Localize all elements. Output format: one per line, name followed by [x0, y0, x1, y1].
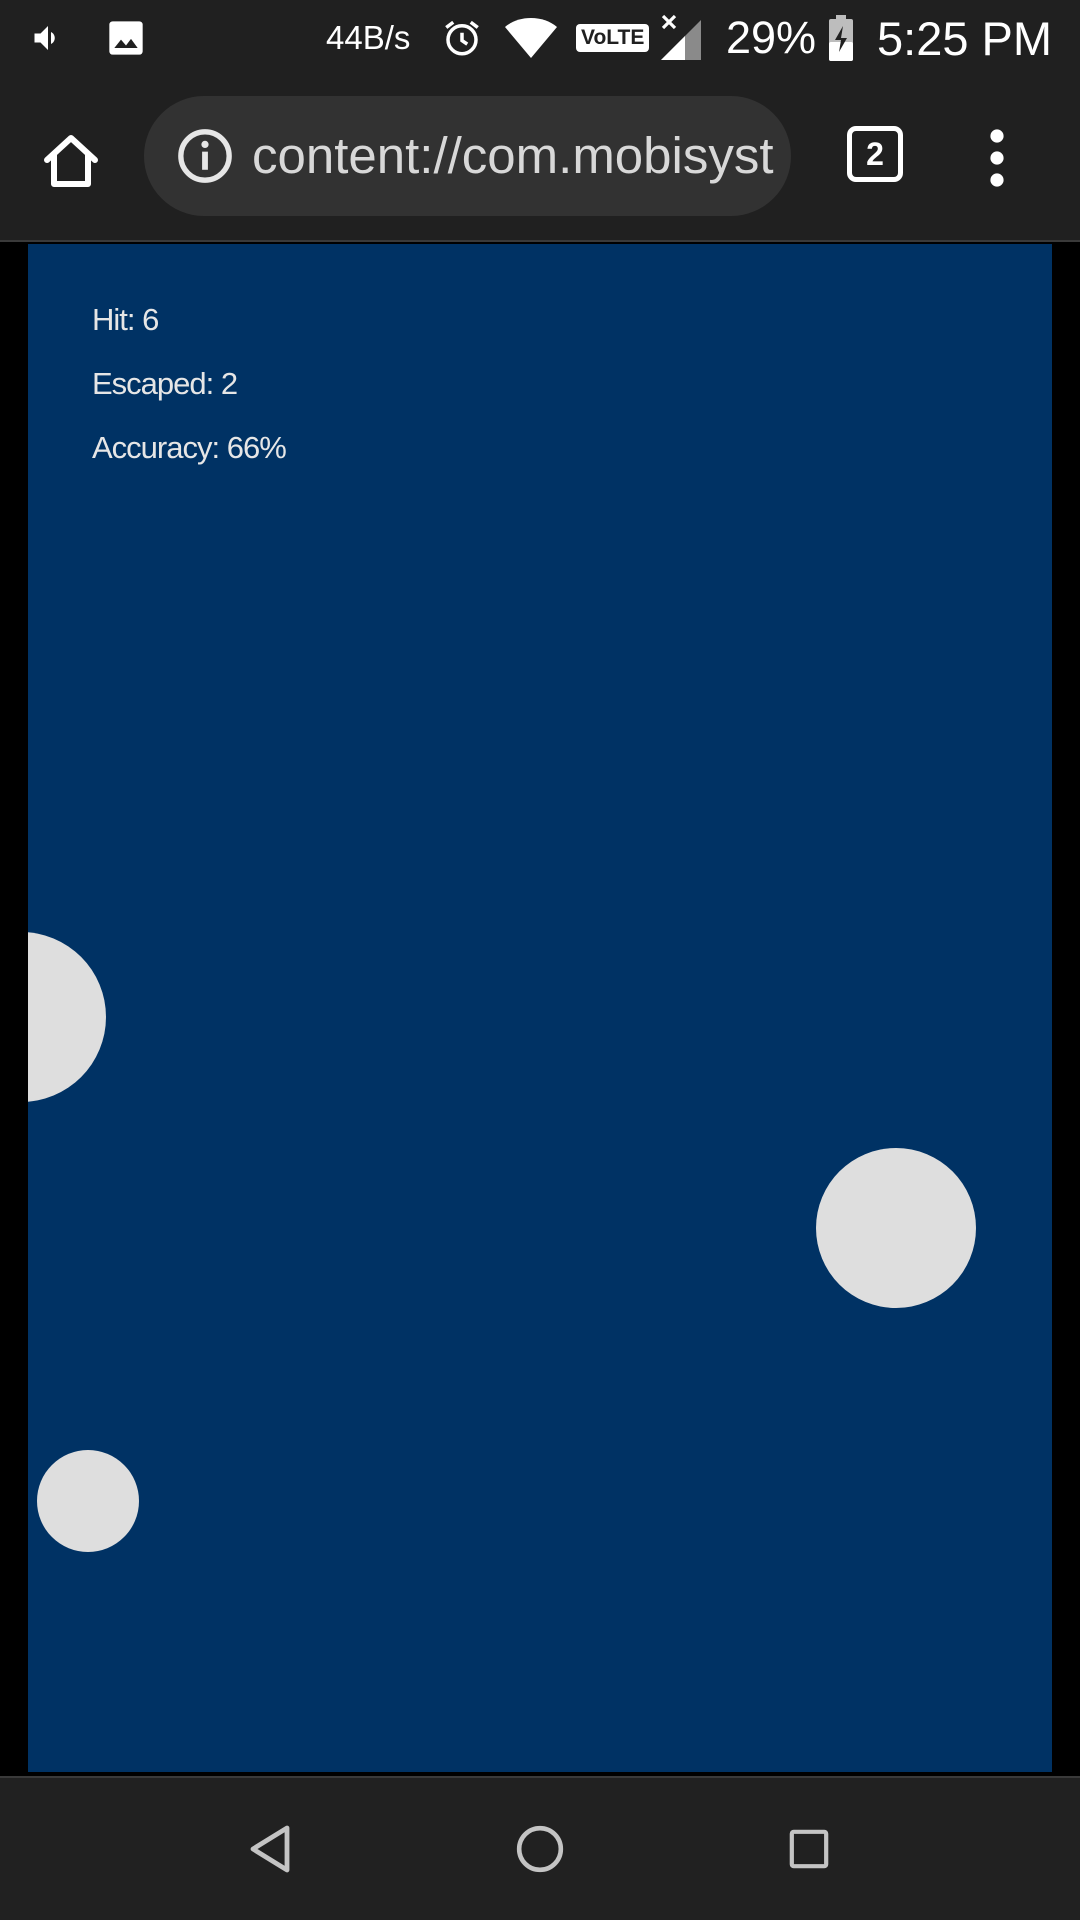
home-nav-button[interactable] [495, 1804, 585, 1894]
recents-icon [789, 1829, 829, 1869]
overflow-menu-button[interactable] [975, 128, 1019, 188]
hit-count: Hit: 6 [92, 302, 159, 337]
back-button[interactable] [226, 1804, 316, 1894]
url-bar[interactable]: content://com.mobisystems.office [144, 96, 791, 216]
accuracy-percent: Accuracy: 66% [92, 430, 287, 465]
info-icon[interactable] [176, 127, 234, 185]
battery-percent: 29% [726, 12, 817, 63]
alarm-icon [441, 0, 483, 76]
overflow-menu-icon [990, 129, 1004, 187]
network-speed: 44B/s [326, 19, 411, 56]
gallery-icon [106, 0, 146, 76]
volume-icon [30, 0, 66, 76]
volte-icon: VoLTE [576, 0, 650, 76]
home-button[interactable] [36, 126, 106, 196]
clock: 5:25 PM [877, 11, 1053, 65]
target-circle[interactable] [816, 1148, 976, 1308]
game-canvas[interactable]: Hit: 6 Escaped: 2 Accuracy: 66% [28, 244, 1052, 1772]
home-icon [44, 135, 98, 187]
browser-toolbar: content://com.mobisystems.office 2 [0, 76, 1080, 242]
target-circle[interactable] [28, 932, 106, 1102]
phone-screen: 44B/s VoLTE 29% 5:25 PM content://com.mo… [0, 0, 1080, 1920]
back-icon [250, 1825, 290, 1873]
target-circle[interactable] [37, 1450, 139, 1552]
tab-count: 2 [866, 135, 884, 172]
status-bar: 44B/s VoLTE 29% 5:25 PM [0, 0, 1080, 76]
web-content: Hit: 6 Escaped: 2 Accuracy: 66% [0, 242, 1080, 1776]
wifi-icon [505, 0, 557, 76]
home-circle-icon [516, 1825, 564, 1873]
recents-button[interactable] [764, 1804, 854, 1894]
navigation-bar [0, 1776, 1080, 1920]
signal-icon [659, 0, 703, 76]
escaped-count: Escaped: 2 [92, 366, 238, 401]
url-text[interactable]: content://com.mobisystems.office [252, 96, 774, 216]
battery-charging-icon [827, 0, 855, 76]
tab-switcher-button[interactable]: 2 [847, 126, 903, 182]
